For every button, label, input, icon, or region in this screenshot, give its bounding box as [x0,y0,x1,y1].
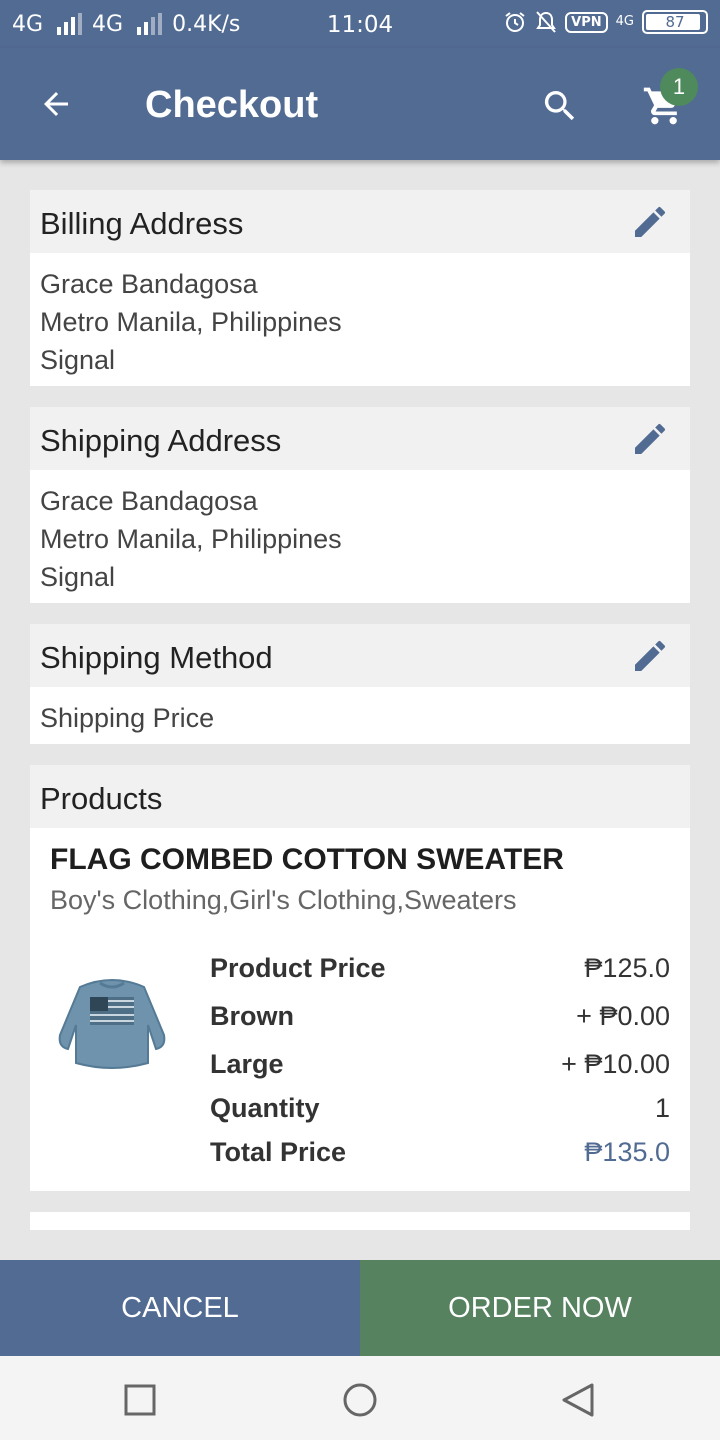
size-label: Large [210,1049,284,1079]
size-row: Large + ₱10.00 [210,1049,670,1080]
search-button[interactable] [530,76,590,136]
total-value: ₱135.0 [584,1137,670,1167]
battery-icon: 87 [642,10,708,34]
product-name: FLAG COMBED COTTON SWEATER [50,843,564,876]
search-icon [544,91,575,121]
products-card: Products FLAG COMBED COTTON SWEATER Boy'… [30,765,690,1191]
shipping-name: Grace Bandagosa [40,486,258,516]
order-now-button[interactable]: ORDER NOW [360,1260,720,1356]
battery-level: 87 [665,13,685,31]
status-right: VPN 4G 87 [503,10,708,34]
billing-title: Billing Address [40,206,244,241]
edit-icon [635,423,665,454]
product-image [58,979,166,1069]
quantity-value: 1 [654,1093,670,1123]
recents-square-icon [124,1384,156,1416]
shipping-address-card: Shipping Address Grace Bandagosa Metro M… [30,407,690,603]
quantity-label: Quantity [210,1093,320,1123]
next-card-stub [30,1212,690,1230]
edit-shipping-button[interactable] [628,417,672,461]
cancel-button[interactable]: CANCEL [0,1260,360,1356]
billing-address-card: Billing Address Grace Bandagosa Metro Ma… [30,190,690,386]
shipping-region: Metro Manila, Philippines [40,524,342,554]
back-nav-button[interactable] [554,1376,602,1424]
billing-name: Grace Bandagosa [40,269,258,299]
color-value: + ₱0.00 [576,1001,670,1031]
notifications-off-icon [536,11,557,33]
vpn-badge: VPN [565,11,608,33]
card-body: Grace Bandagosa Metro Manila, Philippine… [30,470,690,608]
card-header: Products [30,765,690,828]
price-label: Product Price [210,953,386,983]
home-circle-icon [343,1383,377,1417]
total-row: Total Price ₱135.0 [210,1137,670,1168]
arrow-back-icon [44,92,68,116]
edit-shipping-method-button[interactable] [628,634,672,678]
edit-icon [635,206,665,237]
shipping-method-title: Shipping Method [40,640,273,675]
edit-icon [635,640,665,671]
shipping-method-value: Shipping Price [40,703,215,733]
card-body: Shipping Price [30,687,690,749]
size-value: + ₱10.00 [561,1049,670,1079]
price-row: Product Price ₱125.0 [210,953,670,984]
card-header: Billing Address [30,190,690,253]
back-triangle-icon [562,1383,594,1417]
alarm-icon [505,12,525,32]
color-label: Brown [210,1001,294,1031]
network-small-icon: 4G [615,14,634,29]
product-categories: Boy's Clothing,Girl's Clothing,Sweaters [50,885,517,915]
color-row: Brown + ₱0.00 [210,1001,670,1032]
system-nav-bar [0,1356,720,1440]
billing-extra: Signal [40,345,116,375]
quantity-row: Quantity 1 [210,1093,670,1124]
card-body: Grace Bandagosa Metro Manila, Philippine… [30,253,690,391]
shipping-method-card: Shipping Method Shipping Price [30,624,690,744]
back-button[interactable] [26,74,86,134]
home-button[interactable] [336,1376,384,1424]
recents-button[interactable] [116,1376,164,1424]
products-title: Products [40,781,163,816]
status-bar: 4G 4G 0.4K/s 11:04 VPN 4G 87 [0,0,720,48]
shipping-title: Shipping Address [40,423,282,458]
total-label: Total Price [210,1137,347,1167]
shipping-extra: Signal [40,562,116,592]
page-title: Checkout [145,84,319,126]
edit-billing-button[interactable] [628,200,672,244]
billing-region: Metro Manila, Philippines [40,307,342,337]
card-header: Shipping Address [30,407,690,470]
card-header: Shipping Method [30,624,690,687]
app-bar: Checkout [0,48,720,160]
price-value: ₱125.0 [584,953,670,983]
cart-count-badge: 1 [660,68,698,106]
